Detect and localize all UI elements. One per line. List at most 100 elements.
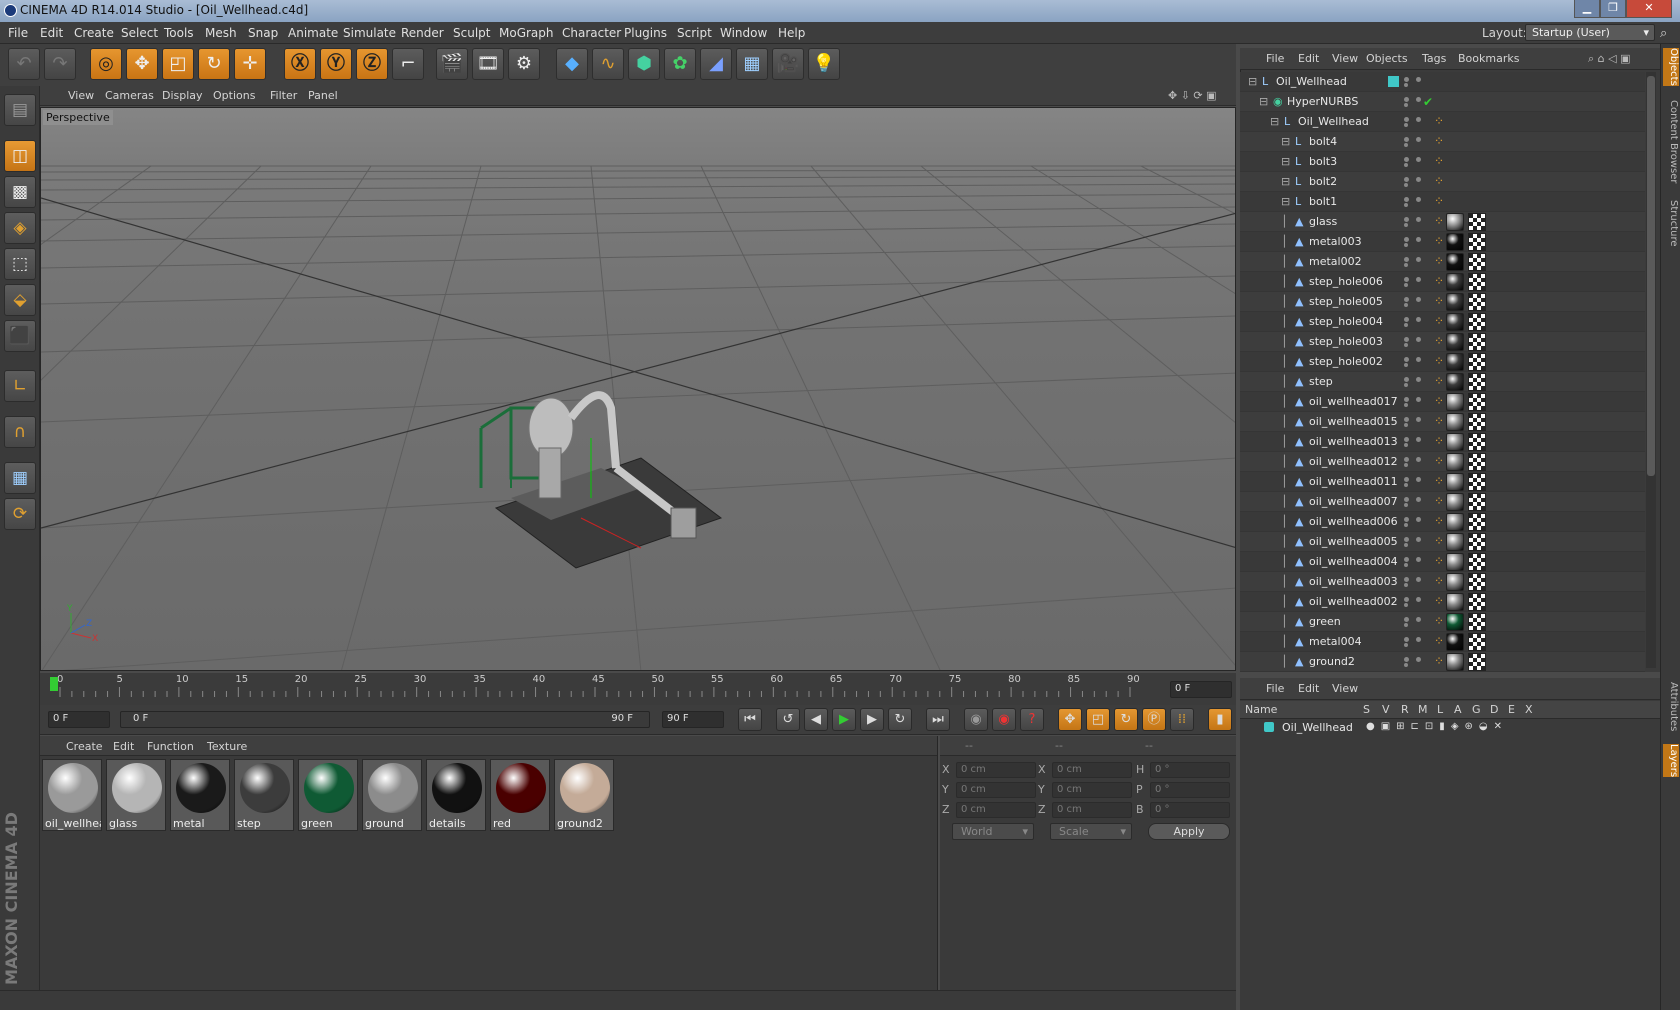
uvw-tag-icon[interactable] [1468, 573, 1486, 591]
layer-menu-file[interactable]: File [1266, 682, 1284, 695]
material-tag[interactable] [1446, 453, 1464, 471]
nurbs-icon[interactable]: ⬢ [628, 48, 660, 80]
layer-dot[interactable] [1416, 217, 1421, 222]
material-tag[interactable] [1446, 413, 1464, 431]
visibility-dots[interactable] [1404, 177, 1426, 187]
object-row[interactable]: │ ▲ oil_wellhead017 ⁘ [1240, 392, 1645, 412]
axis-mode-icon[interactable]: ∟ [4, 370, 36, 402]
object-row[interactable]: │ ▲ step_hole004 ⁘ [1240, 312, 1645, 332]
coord-value-field[interactable]: 0 cm [956, 762, 1036, 778]
collapse-icon[interactable]: ⊟ [1281, 136, 1292, 147]
material-swatch[interactable]: ground2 [554, 759, 614, 831]
phong-tag-icon[interactable]: ⁘ [1434, 594, 1444, 608]
layer-dot[interactable] [1416, 417, 1421, 422]
menu-help[interactable]: Help [778, 26, 805, 40]
viewport-menu-filter[interactable]: Filter [270, 89, 297, 102]
next-frame-icon[interactable]: ▶ [860, 708, 884, 731]
layer-dot[interactable] [1416, 597, 1421, 602]
key-position-icon[interactable]: ✥ [1058, 708, 1082, 731]
uvw-tag-icon[interactable] [1468, 433, 1486, 451]
menu-character[interactable]: Character [562, 26, 621, 40]
make-editable-icon[interactable]: ▤ [4, 94, 36, 126]
viewport-menu-display[interactable]: Display [162, 89, 203, 102]
menu-simulate[interactable]: Simulate [343, 26, 396, 40]
render-visibility-dot[interactable] [1404, 183, 1408, 187]
object-name[interactable]: metal003 [1309, 235, 1362, 248]
layer-dot[interactable] [1416, 237, 1421, 242]
visibility-dots[interactable] [1404, 497, 1426, 507]
phong-tag-icon[interactable]: ⁘ [1434, 574, 1444, 588]
render-visibility-dot[interactable] [1404, 83, 1408, 87]
render-visibility-dot[interactable] [1404, 323, 1408, 327]
editor-visibility-dot[interactable] [1404, 337, 1409, 342]
render-settings-icon[interactable]: ⚙ [508, 48, 540, 80]
add-tool-icon[interactable]: ✛ [234, 48, 266, 80]
editor-visibility-dot[interactable] [1404, 557, 1409, 562]
object-name[interactable]: step_hole002 [1309, 355, 1383, 368]
tab-structure[interactable]: Structure [1663, 200, 1679, 247]
object-name[interactable]: oil_wellhead013 [1309, 435, 1398, 448]
menu-mesh[interactable]: Mesh [205, 26, 237, 40]
uvw-tag-icon[interactable] [1468, 413, 1486, 431]
render-visibility-dot[interactable] [1404, 283, 1408, 287]
phong-tag-icon[interactable]: ⁘ [1434, 274, 1444, 288]
camera-icon[interactable]: 🎥 [772, 48, 804, 80]
render-visibility-dot[interactable] [1404, 363, 1408, 367]
object-name[interactable]: metal004 [1309, 635, 1362, 648]
object-row[interactable]: │ ▲ step_hole002 ⁘ [1240, 352, 1645, 372]
editor-visibility-dot[interactable] [1404, 77, 1409, 82]
layer-dot[interactable] [1416, 97, 1421, 102]
layer-dot[interactable] [1416, 297, 1421, 302]
visibility-dots[interactable] [1404, 337, 1426, 347]
object-row[interactable]: ⊟ ◉ HyperNURBS ✔ [1240, 92, 1645, 112]
object-row[interactable]: │ ▲ oil_wellhead012 ⁘ [1240, 452, 1645, 472]
uvw-tag-icon[interactable] [1468, 313, 1486, 331]
wellhead-model[interactable] [479, 391, 723, 569]
material-tag[interactable] [1446, 273, 1464, 291]
editor-visibility-dot[interactable] [1404, 257, 1409, 262]
layer-dot[interactable] [1416, 557, 1421, 562]
key-scale-icon[interactable]: ◰ [1086, 708, 1110, 731]
material-tag[interactable] [1446, 553, 1464, 571]
material-swatch[interactable]: glass [106, 759, 166, 831]
layer-dot[interactable] [1416, 337, 1421, 342]
render-visibility-dot[interactable] [1404, 143, 1408, 147]
object-row[interactable]: ⊟ Lbolt2 ⁘ [1240, 172, 1645, 192]
record-active-objects-icon[interactable]: ◉ [964, 708, 988, 731]
z-axis-lock-icon[interactable]: Ⓩ [356, 48, 388, 80]
layer-dot[interactable] [1416, 317, 1421, 322]
uvw-tag-icon[interactable] [1468, 353, 1486, 371]
editor-visibility-dot[interactable] [1404, 197, 1409, 202]
phong-tag-icon[interactable]: ⁘ [1434, 494, 1444, 508]
object-name[interactable]: bolt3 [1309, 155, 1337, 168]
material-tag[interactable] [1446, 333, 1464, 351]
object-row[interactable]: │ ▲ glass ⁘ [1240, 212, 1645, 232]
collapse-icon[interactable]: ⊟ [1281, 156, 1292, 167]
layer-row[interactable]: Oil_Wellhead ●▣⊞⊏⊡▮◈⊛◒✕ [1240, 719, 1660, 737]
uvw-tag-icon[interactable] [1468, 473, 1486, 491]
render-visibility-dot[interactable] [1404, 503, 1408, 507]
object-name[interactable]: step [1309, 375, 1333, 388]
undo-icon[interactable]: ↶ [8, 48, 40, 80]
coord-value-field[interactable]: 0 cm [956, 802, 1036, 818]
next-key-icon[interactable]: ↻ [888, 708, 912, 731]
uvw-tag-icon[interactable] [1468, 233, 1486, 251]
coordinate-space-select[interactable]: World ▾ [952, 823, 1034, 840]
tab-layers[interactable]: Layers [1663, 744, 1679, 778]
mograph-cloner-icon[interactable]: ✿ [664, 48, 696, 80]
material-tag[interactable] [1446, 473, 1464, 491]
object-menu-objects[interactable]: Objects [1366, 52, 1408, 65]
editor-visibility-dot[interactable] [1404, 457, 1409, 462]
previous-key-icon[interactable]: ↺ [776, 708, 800, 731]
material-tag[interactable] [1446, 613, 1464, 631]
menu-animate[interactable]: Animate [288, 26, 338, 40]
workplane-mode-icon[interactable]: ◈ [4, 212, 36, 244]
layer-dot[interactable] [1416, 637, 1421, 642]
go-to-end-icon[interactable]: ⏭ [926, 708, 950, 731]
menu-file[interactable]: File [8, 26, 28, 40]
visibility-dots[interactable] [1404, 437, 1426, 447]
render-visibility-dot[interactable] [1404, 403, 1408, 407]
uvw-tag-icon[interactable] [1468, 633, 1486, 651]
visibility-dots[interactable] [1404, 257, 1426, 267]
object-row[interactable]: │ ▲ oil_wellhead011 ⁘ [1240, 472, 1645, 492]
